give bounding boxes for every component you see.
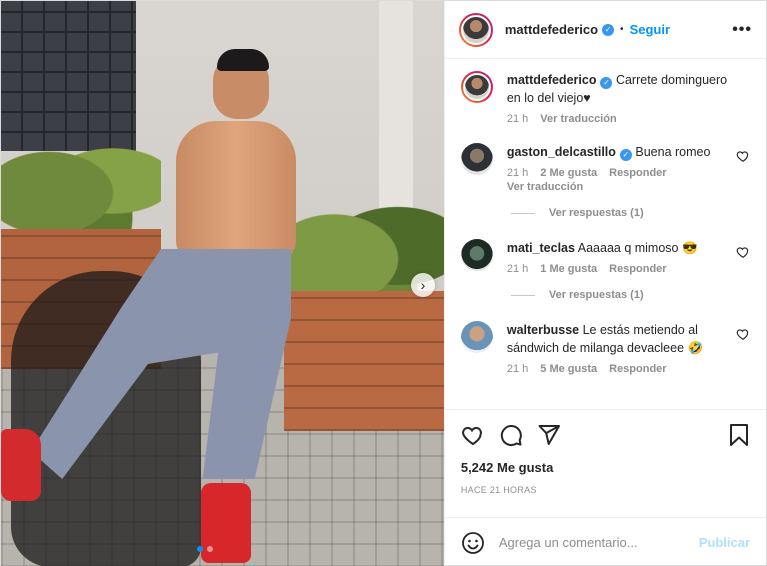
comment-input[interactable]: Agrega un comentario... bbox=[499, 535, 638, 550]
reply-button[interactable]: Responder bbox=[609, 167, 666, 179]
comments-list[interactable]: mattdefederico ✓ Carrete dominguero en lo… bbox=[445, 59, 766, 409]
caption-time[interactable]: 21 h bbox=[507, 113, 528, 125]
header-separator: • bbox=[620, 24, 624, 35]
comment-icon[interactable] bbox=[499, 423, 523, 447]
header-username[interactable]: mattdefederico bbox=[505, 22, 598, 37]
emoji-icon[interactable] bbox=[461, 531, 485, 555]
photo-person-torso bbox=[176, 121, 296, 261]
avatar[interactable] bbox=[460, 321, 493, 353]
like-heart-icon[interactable] bbox=[461, 423, 485, 447]
caption: mattdefederico ✓ Carrete dominguero en lo… bbox=[460, 71, 750, 125]
avatar[interactable] bbox=[458, 12, 493, 47]
post-photo[interactable]: › bbox=[1, 1, 444, 566]
carousel-dot bbox=[207, 546, 213, 552]
comment-time[interactable]: 21 h bbox=[507, 167, 528, 179]
view-replies-label: Ver respuestas (1) bbox=[548, 207, 644, 219]
chevron-right-icon: › bbox=[420, 277, 426, 293]
avatar[interactable] bbox=[460, 239, 493, 271]
comment-username[interactable]: gaston_delcastillo bbox=[507, 145, 616, 159]
comment-text: Aaaaaa q mimoso 😎 bbox=[577, 241, 698, 255]
divider bbox=[510, 212, 535, 214]
bookmark-icon[interactable] bbox=[728, 423, 750, 447]
view-replies-label: Ver respuestas (1) bbox=[548, 289, 644, 301]
post-actions: 5,242 Me gusta HACE 21 HORAS bbox=[444, 409, 766, 517]
share-icon[interactable] bbox=[537, 423, 561, 447]
translate-link[interactable]: Ver traducción bbox=[507, 181, 583, 193]
reply-button[interactable]: Responder bbox=[609, 363, 666, 375]
photo-plants-left bbox=[1, 121, 161, 241]
follow-button[interactable]: Seguir bbox=[630, 22, 670, 37]
comment-item: mati_teclas Aaaaaa q mimoso 😎 21 h 1 Me … bbox=[460, 239, 750, 275]
avatar[interactable] bbox=[460, 71, 493, 103]
comment-username[interactable]: mati_teclas bbox=[507, 241, 575, 255]
photo-planter-right bbox=[284, 291, 444, 431]
verified-badge-icon: ✓ bbox=[602, 23, 615, 36]
carousel-next-button[interactable]: › bbox=[411, 273, 435, 297]
comment-text: Buena romeo bbox=[635, 145, 711, 159]
carousel-dots bbox=[197, 546, 213, 552]
heart-icon[interactable] bbox=[736, 149, 750, 163]
caption-username[interactable]: mattdefederico bbox=[507, 73, 597, 87]
view-replies-button[interactable]: Ver respuestas (1) bbox=[510, 207, 750, 219]
instagram-post: › mattdefederico ✓ • Seguir ••• mattdefe… bbox=[0, 0, 767, 566]
likes-count[interactable]: 5,242 Me gusta bbox=[461, 460, 750, 475]
view-replies-button[interactable]: Ver respuestas (1) bbox=[510, 289, 750, 301]
verified-badge-icon: ✓ bbox=[600, 77, 613, 89]
comment-time[interactable]: 21 h bbox=[507, 263, 528, 275]
post-timestamp[interactable]: HACE 21 HORAS bbox=[461, 485, 750, 495]
post-header: mattdefederico ✓ • Seguir ••• bbox=[444, 1, 766, 59]
heart-icon[interactable] bbox=[736, 245, 750, 259]
comment-likes[interactable]: 1 Me gusta bbox=[540, 263, 597, 275]
add-comment-bar: Agrega un comentario... Publicar bbox=[444, 517, 766, 566]
more-options-icon[interactable]: ••• bbox=[732, 21, 752, 39]
avatar[interactable] bbox=[460, 143, 493, 175]
comment-username[interactable]: walterbusse bbox=[507, 323, 579, 337]
comment-time[interactable]: 21 h bbox=[507, 363, 528, 375]
verified-badge-icon: ✓ bbox=[619, 149, 632, 161]
photo-shoe-left bbox=[1, 429, 41, 501]
reply-button[interactable]: Responder bbox=[609, 263, 666, 275]
comment-item: gaston_delcastillo ✓ Buena romeo 21 h 2 M… bbox=[460, 143, 750, 193]
photo-person-hair bbox=[217, 49, 269, 71]
comment-item: walterbusse Le estás metiendo al sándwic… bbox=[460, 321, 750, 375]
divider bbox=[510, 294, 535, 296]
comment-likes[interactable]: 5 Me gusta bbox=[540, 363, 597, 375]
carousel-dot bbox=[197, 546, 203, 552]
post-panel: mattdefederico ✓ • Seguir ••• mattdefede… bbox=[443, 1, 766, 566]
publish-button[interactable]: Publicar bbox=[699, 535, 750, 550]
comment-likes[interactable]: 2 Me gusta bbox=[540, 167, 597, 179]
heart-icon[interactable] bbox=[736, 327, 750, 341]
translate-link[interactable]: Ver traducción bbox=[540, 113, 616, 125]
